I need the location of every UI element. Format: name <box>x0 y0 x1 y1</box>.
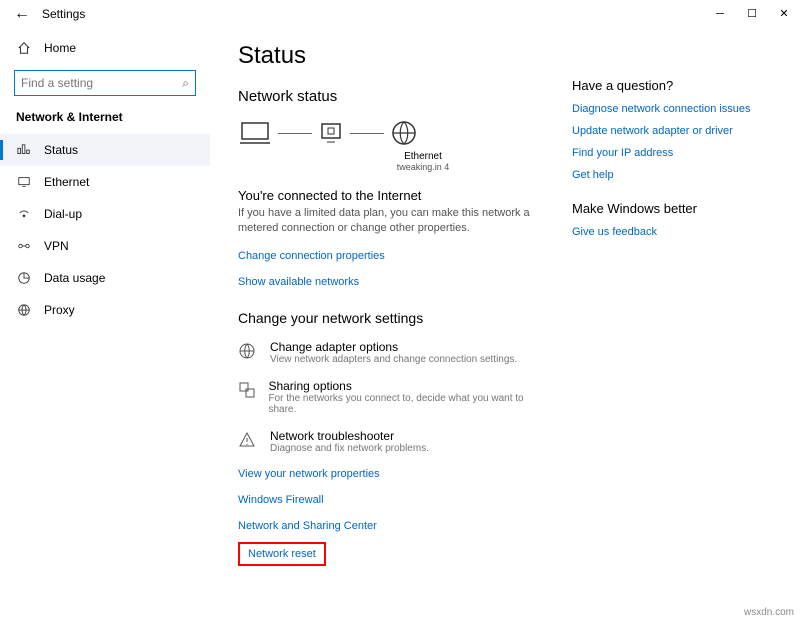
window-title: Settings <box>42 7 85 21</box>
link-windows-firewall[interactable]: Windows Firewall <box>238 494 532 506</box>
minimize-button[interactable]: ─ <box>704 0 736 28</box>
link-network-reset[interactable]: Network reset <box>248 548 316 560</box>
link-network-sharing-center[interactable]: Network and Sharing Center <box>238 520 532 532</box>
adapter-options-icon <box>238 340 258 365</box>
sidebar-item-vpn[interactable]: VPN <box>0 230 210 262</box>
search-icon: ⌕ <box>182 76 189 91</box>
sidebar-item-label: Status <box>44 143 78 157</box>
diagram-label: Ethernet <box>314 151 532 162</box>
feedback-heading: Make Windows better <box>572 201 772 216</box>
globe-icon <box>390 119 418 147</box>
link-show-available-networks[interactable]: Show available networks <box>238 276 532 288</box>
sidebar: Home ⌕ Network & Internet Status Etherne… <box>0 28 210 621</box>
close-button[interactable]: ✕ <box>768 0 800 28</box>
sidebar-group-title: Network & Internet <box>0 110 210 134</box>
diagram-sublabel: tweaking.in 4 <box>314 162 532 172</box>
section-change-settings: Change your network settings <box>238 310 532 326</box>
option-title: Sharing options <box>268 379 532 393</box>
main-content: Status Network status Ethernet tweaking.… <box>210 28 800 621</box>
section-network-status: Network status <box>238 88 532 105</box>
option-desc: Diagnose and fix network problems. <box>270 443 429 454</box>
sidebar-item-status[interactable]: Status <box>0 134 210 166</box>
help-link[interactable]: Find your IP address <box>572 147 772 159</box>
connector-line <box>350 133 384 134</box>
feedback-link[interactable]: Give us feedback <box>572 226 772 238</box>
sharing-icon <box>238 379 256 415</box>
option-troubleshooter[interactable]: Network troubleshooterDiagnose and fix n… <box>238 429 532 454</box>
home-icon <box>16 40 32 56</box>
back-button[interactable]: ← <box>10 5 34 23</box>
datausage-icon <box>16 270 32 286</box>
status-icon <box>16 142 32 158</box>
option-desc: View network adapters and change connect… <box>270 354 517 365</box>
connector-line <box>278 133 312 134</box>
highlight-box: Network reset <box>238 542 326 566</box>
question-heading: Have a question? <box>572 78 772 93</box>
pc-icon <box>238 119 272 147</box>
connection-status: You're connected to the Internet <box>238 188 532 203</box>
sidebar-item-label: Proxy <box>44 303 75 317</box>
sidebar-item-ethernet[interactable]: Ethernet <box>0 166 210 198</box>
search-input[interactable] <box>21 76 182 90</box>
option-title: Network troubleshooter <box>270 429 429 443</box>
network-diagram <box>238 119 532 147</box>
option-change-adapter[interactable]: Change adapter optionsView network adapt… <box>238 340 532 365</box>
home-link[interactable]: Home <box>0 34 210 62</box>
link-view-network-properties[interactable]: View your network properties <box>238 468 532 480</box>
troubleshooter-icon <box>238 429 258 454</box>
help-link[interactable]: Update network adapter or driver <box>572 125 772 137</box>
option-title: Change adapter options <box>270 340 517 354</box>
option-sharing[interactable]: Sharing optionsFor the networks you conn… <box>238 379 532 415</box>
sidebar-item-label: Data usage <box>44 271 105 285</box>
maximize-button[interactable]: ☐ <box>736 0 768 28</box>
vpn-icon <box>16 238 32 254</box>
ethernet-icon <box>16 174 32 190</box>
adapter-icon <box>318 120 344 146</box>
titlebar: ← Settings <box>0 0 800 28</box>
search-box[interactable]: ⌕ <box>14 70 196 96</box>
watermark: wsxdn.com <box>744 607 794 618</box>
sidebar-item-datausage[interactable]: Data usage <box>0 262 210 294</box>
help-link[interactable]: Get help <box>572 169 772 181</box>
proxy-icon <box>16 302 32 318</box>
link-change-connection-properties[interactable]: Change connection properties <box>238 250 532 262</box>
help-link[interactable]: Diagnose network connection issues <box>572 103 772 115</box>
connection-desc: If you have a limited data plan, you can… <box>238 206 532 236</box>
sidebar-item-proxy[interactable]: Proxy <box>0 294 210 326</box>
sidebar-item-dialup[interactable]: Dial-up <box>0 198 210 230</box>
sidebar-item-label: Dial-up <box>44 207 82 221</box>
page-title: Status <box>238 42 532 70</box>
right-panel: Have a question? Diagnose network connec… <box>572 42 772 607</box>
sidebar-item-label: Ethernet <box>44 175 89 189</box>
dialup-icon <box>16 206 32 222</box>
sidebar-item-label: Home <box>44 41 76 55</box>
sidebar-item-label: VPN <box>44 239 69 253</box>
window-controls: ─ ☐ ✕ <box>704 0 800 28</box>
option-desc: For the networks you connect to, decide … <box>268 393 532 415</box>
